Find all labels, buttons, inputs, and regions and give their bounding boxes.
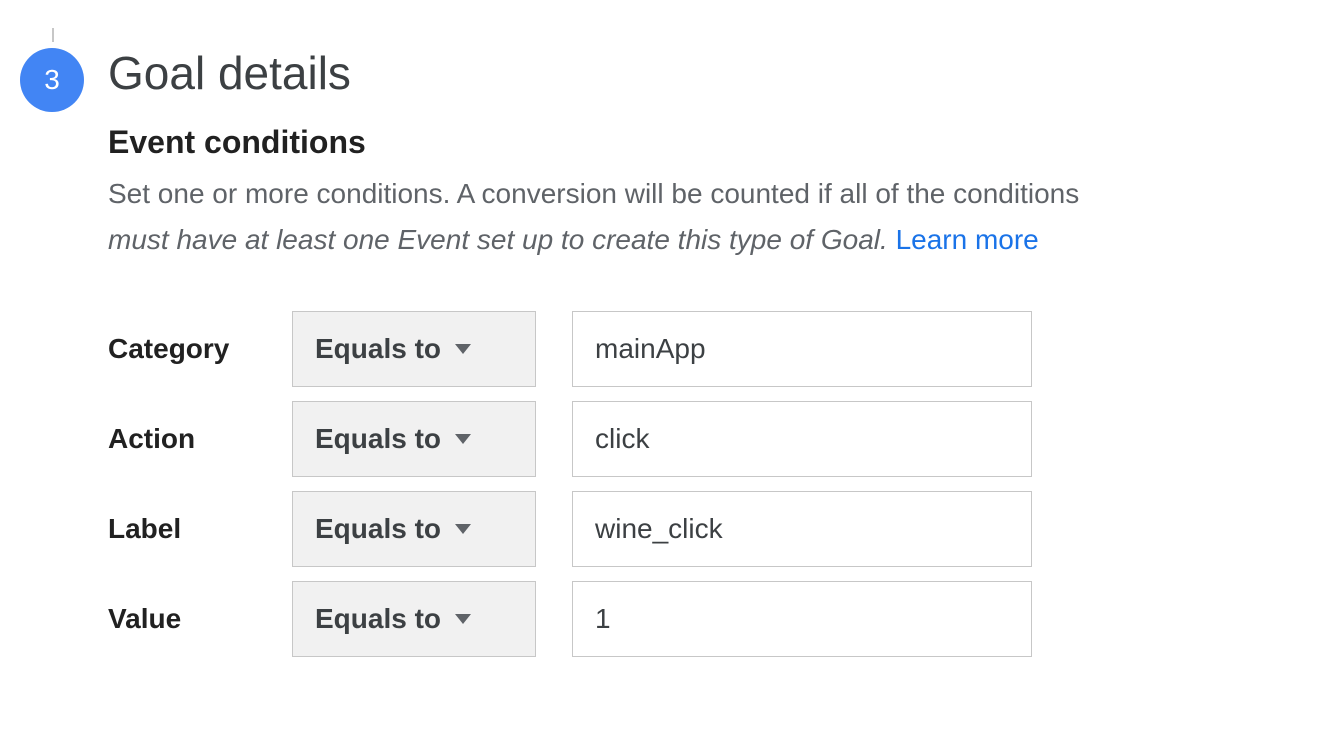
operator-text: Equals to: [315, 333, 441, 365]
operator-text: Equals to: [315, 423, 441, 455]
conditions-description: Set one or more conditions. A conversion…: [108, 173, 1302, 215]
step-number: 3: [44, 64, 60, 96]
caret-down-icon: [455, 434, 471, 444]
condition-row-label: Label Equals to: [108, 491, 1302, 567]
category-operator-select[interactable]: Equals to: [292, 311, 536, 387]
step-content: Goal details Event conditions Set one or…: [108, 40, 1302, 657]
label-value-input[interactable]: [572, 491, 1032, 567]
operator-text: Equals to: [315, 603, 441, 635]
conditions-hint: must have at least one Event set up to c…: [108, 219, 1302, 261]
label-operator-select[interactable]: Equals to: [292, 491, 536, 567]
value-operator-select[interactable]: Equals to: [292, 581, 536, 657]
step-number-badge: 3: [20, 48, 84, 112]
goal-details-step: 3 Goal details Event conditions Set one …: [20, 40, 1302, 657]
condition-row-action: Action Equals to: [108, 401, 1302, 477]
goal-details-heading: Goal details: [108, 46, 1302, 100]
condition-label: Action: [108, 423, 292, 455]
caret-down-icon: [455, 344, 471, 354]
learn-more-link[interactable]: Learn more: [896, 224, 1039, 255]
action-value-input[interactable]: [572, 401, 1032, 477]
caret-down-icon: [455, 524, 471, 534]
condition-label: Category: [108, 333, 292, 365]
operator-text: Equals to: [315, 513, 441, 545]
hint-text: must have at least one Event set up to c…: [108, 224, 888, 255]
event-conditions-subheading: Event conditions: [108, 124, 1302, 161]
value-value-input[interactable]: [572, 581, 1032, 657]
condition-row-category: Category Equals to: [108, 311, 1302, 387]
caret-down-icon: [455, 614, 471, 624]
condition-label: Label: [108, 513, 292, 545]
condition-label: Value: [108, 603, 292, 635]
condition-row-value: Value Equals to: [108, 581, 1302, 657]
conditions-table: Category Equals to Action Equals to Labe…: [108, 311, 1302, 657]
category-value-input[interactable]: [572, 311, 1032, 387]
action-operator-select[interactable]: Equals to: [292, 401, 536, 477]
